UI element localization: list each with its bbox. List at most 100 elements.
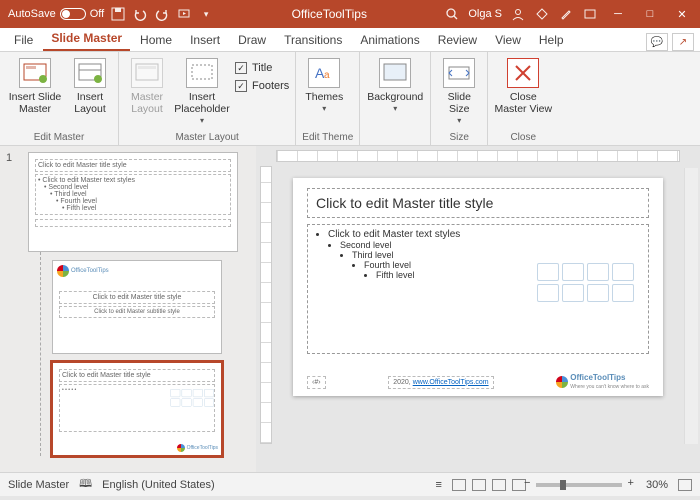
- save-icon[interactable]: [110, 6, 126, 22]
- notes-button[interactable]: ≡: [436, 479, 442, 491]
- group-edit-master: Insert Slide Master Insert Layout Edit M…: [0, 52, 119, 145]
- accessibility-icon[interactable]: 🕮: [79, 475, 92, 494]
- master-layout-button: Master Layout: [125, 56, 169, 115]
- close-window-button[interactable]: ✕: [670, 4, 694, 24]
- status-language[interactable]: English (United States): [102, 479, 215, 491]
- ribbon: Insert Slide Master Insert Layout Edit M…: [0, 52, 700, 146]
- chart-icon[interactable]: [562, 263, 584, 281]
- group-close: Close Master View Close: [488, 52, 558, 145]
- icon-icon[interactable]: [612, 284, 634, 302]
- brand-logo: OfficeToolTips: [57, 265, 109, 277]
- themes-button[interactable]: Aa Themes ▾: [302, 56, 346, 113]
- themes-icon: Aa: [308, 58, 340, 88]
- fit-to-window-button[interactable]: [678, 479, 692, 491]
- tab-draw[interactable]: Draw: [230, 29, 274, 51]
- normal-view-button[interactable]: [452, 479, 466, 491]
- footer-text-placeholder[interactable]: 2020, www.OfficeToolTips.com: [388, 376, 493, 389]
- search-icon[interactable]: [444, 6, 460, 22]
- online-picture-icon[interactable]: [562, 284, 584, 302]
- chevron-down-icon: ▾: [200, 116, 204, 125]
- diamond-icon[interactable]: [534, 6, 550, 22]
- toggle-off-icon: [60, 8, 86, 20]
- close-icon: [507, 58, 539, 88]
- tab-home[interactable]: Home: [132, 29, 180, 51]
- page-number-placeholder[interactable]: ‹#›: [307, 376, 326, 389]
- tab-file[interactable]: File: [6, 29, 41, 51]
- document-title: OfficeToolTips: [214, 7, 444, 21]
- footer-placeholders: ‹#› 2020, www.OfficeToolTips.com OfficeT…: [307, 374, 649, 390]
- layout-thumbnail-2-selected[interactable]: Click to edit Master title style • • • •…: [52, 362, 222, 456]
- table-icon[interactable]: [537, 263, 559, 281]
- sorter-view-button[interactable]: [472, 479, 486, 491]
- status-mode: Slide Master: [8, 479, 69, 491]
- close-master-view-button[interactable]: Close Master View: [494, 56, 552, 115]
- tab-insert[interactable]: Insert: [182, 29, 228, 51]
- placeholder-icon: [186, 58, 218, 88]
- group-edit-theme: Aa Themes ▾ Edit Theme: [296, 52, 360, 145]
- background-button[interactable]: Background ▾: [366, 56, 424, 113]
- zoom-thumb[interactable]: [560, 480, 566, 490]
- zoom-slider[interactable]: [536, 483, 622, 487]
- status-bar: Slide Master 🕮 English (United States) ≡…: [0, 472, 700, 496]
- tab-view[interactable]: View: [487, 29, 529, 51]
- slide-size-button[interactable]: Slide Size ▾: [437, 56, 481, 125]
- workspace: 1 Click to edit Master title style • Cli…: [0, 146, 700, 472]
- autosave-toggle[interactable]: AutoSave Off: [8, 8, 104, 20]
- tab-slide-master[interactable]: Slide Master: [43, 27, 130, 51]
- chevron-down-icon: ▾: [457, 116, 461, 125]
- insert-slide-master-button[interactable]: Insert Slide Master: [6, 56, 64, 115]
- brand-logo: OfficeToolTips: [177, 444, 218, 452]
- smartart-icon[interactable]: [587, 263, 609, 281]
- comments-button[interactable]: 💬: [646, 33, 668, 51]
- footers-checkbox[interactable]: ✓Footers: [235, 80, 289, 92]
- picture-icon[interactable]: [537, 284, 559, 302]
- horizontal-ruler[interactable]: [276, 150, 680, 162]
- brand-logo: OfficeToolTipsWhere you can't know where…: [556, 374, 649, 390]
- video-icon[interactable]: [587, 284, 609, 302]
- tab-transitions[interactable]: Transitions: [276, 29, 350, 51]
- master-layout-icon: [131, 58, 163, 88]
- undo-icon[interactable]: [132, 6, 148, 22]
- layout-icon: [74, 58, 106, 88]
- svg-text:a: a: [324, 70, 330, 81]
- user-avatar-icon[interactable]: [510, 6, 526, 22]
- content-type-icons[interactable]: [537, 263, 634, 302]
- chevron-down-icon: ▾: [322, 104, 326, 113]
- slideshow-icon[interactable]: [176, 6, 192, 22]
- 3d-icon[interactable]: [612, 263, 634, 281]
- chevron-down-icon: ▾: [393, 104, 397, 113]
- group-size: Slide Size ▾ Size: [431, 52, 488, 145]
- window-mode-icon[interactable]: [582, 6, 598, 22]
- layout-thumbnail-1[interactable]: OfficeToolTips Click to edit Master titl…: [52, 260, 222, 354]
- tab-help[interactable]: Help: [531, 29, 572, 51]
- user-name[interactable]: Olga S: [468, 8, 502, 20]
- view-buttons: [452, 479, 526, 491]
- share-button[interactable]: ↗: [672, 33, 694, 51]
- pen-icon[interactable]: [558, 6, 574, 22]
- zoom-level[interactable]: 30%: [632, 479, 668, 491]
- title-placeholder[interactable]: Click to edit Master title style: [307, 188, 649, 218]
- slide-master-icon: [19, 58, 51, 88]
- group-master-layout: Master Layout Insert Placeholder ▾ ✓Titl…: [119, 52, 296, 145]
- reading-view-button[interactable]: [492, 479, 506, 491]
- redo-icon[interactable]: [154, 6, 170, 22]
- maximize-button[interactable]: □: [638, 4, 662, 24]
- title-bar: AutoSave Off ▾ OfficeToolTips Olga S ─ □…: [0, 0, 700, 28]
- minimize-button[interactable]: ─: [606, 4, 630, 24]
- autosave-state: Off: [90, 8, 104, 20]
- ribbon-tabs: File Slide Master Home Insert Draw Trans…: [0, 28, 700, 52]
- slide-canvas[interactable]: Click to edit Master title style Click t…: [293, 178, 663, 396]
- insert-placeholder-button[interactable]: Insert Placeholder ▾: [173, 56, 231, 125]
- insert-layout-button[interactable]: Insert Layout: [68, 56, 112, 115]
- tab-review[interactable]: Review: [430, 29, 485, 51]
- body-placeholder[interactable]: Click to edit Master text styles Second …: [307, 224, 649, 354]
- title-checkbox[interactable]: ✓Title: [235, 62, 289, 74]
- vertical-scrollbar[interactable]: [684, 168, 698, 444]
- thumbnail-panel[interactable]: 1 Click to edit Master title style • Cli…: [0, 146, 256, 472]
- master-thumbnail[interactable]: Click to edit Master title style • Click…: [28, 152, 238, 252]
- background-icon: [379, 58, 411, 88]
- group-background: Background ▾: [360, 52, 431, 145]
- tab-animations[interactable]: Animations: [352, 29, 427, 51]
- qat-dropdown-icon[interactable]: ▾: [198, 6, 214, 22]
- vertical-ruler[interactable]: [260, 166, 272, 444]
